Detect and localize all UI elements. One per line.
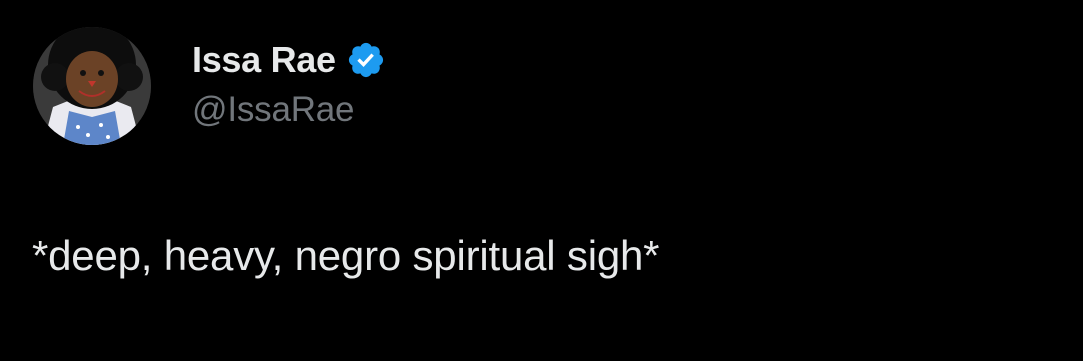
author-display-name[interactable]: Issa Rae [192, 39, 336, 81]
verified-badge-icon [346, 40, 386, 80]
tweet-card: Issa Rae @IssaRae *deep, heavy, negro sp… [0, 0, 1083, 361]
tweet-text: *deep, heavy, negro spiritual sigh* [32, 232, 660, 279]
avatar-image [33, 27, 151, 145]
author-handle[interactable]: @IssaRae [192, 90, 355, 130]
author-name-row: Issa Rae [192, 38, 386, 82]
avatar[interactable] [33, 27, 151, 145]
